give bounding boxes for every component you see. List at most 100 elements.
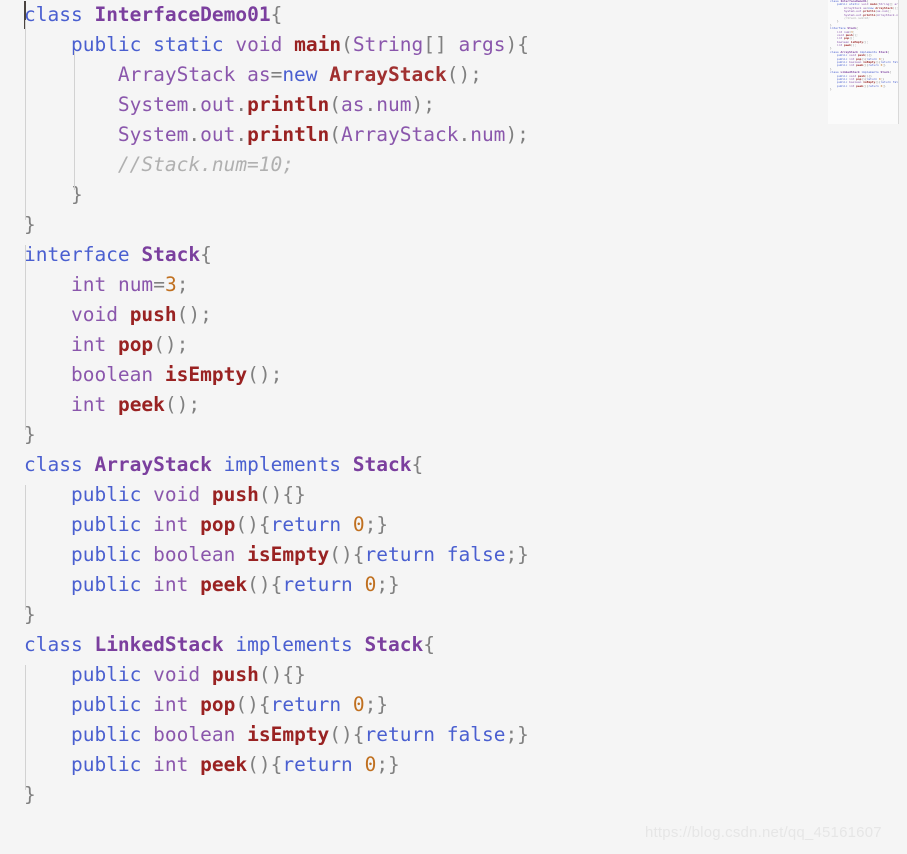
code-line[interactable]: boolean isEmpty(); bbox=[0, 360, 820, 390]
code-text-area[interactable]: class InterfaceDemo01{ public static voi… bbox=[0, 0, 820, 810]
code-token: ( bbox=[329, 93, 342, 116]
code-line[interactable]: public int pop(){return 0;} bbox=[0, 510, 820, 540]
code-line[interactable]: class InterfaceDemo01{ bbox=[0, 0, 820, 30]
code-token: (){ bbox=[329, 543, 365, 566]
code-token: ;} bbox=[505, 723, 529, 746]
code-line[interactable]: public void push(){} bbox=[0, 480, 820, 510]
code-token: LinkedStack bbox=[94, 633, 224, 656]
code-line[interactable]: } bbox=[0, 600, 820, 630]
code-token: args bbox=[458, 33, 506, 56]
code-token: ; bbox=[176, 273, 189, 296]
code-token: int bbox=[70, 393, 107, 416]
code-line[interactable]: public void push(){} bbox=[0, 660, 820, 690]
code-line[interactable]: public boolean isEmpty(){return false;} bbox=[0, 540, 820, 570]
code-token: public bbox=[70, 483, 142, 506]
code-line[interactable]: interface Stack{ bbox=[0, 240, 820, 270]
code-line[interactable]: System.out.println(ArrayStack.num); bbox=[0, 120, 820, 150]
code-token: = bbox=[270, 63, 283, 86]
code-token: ( bbox=[341, 33, 353, 56]
code-line[interactable]: } bbox=[0, 420, 820, 450]
code-line[interactable]: public static void main(String[] args){ bbox=[0, 30, 820, 60]
code-line[interactable]: } bbox=[0, 210, 820, 240]
code-token: int bbox=[70, 333, 107, 356]
code-token: ){ bbox=[505, 33, 529, 56]
code-line[interactable]: int num=3; bbox=[0, 270, 820, 300]
watermark-url: https://blog.csdn.net/qq_45161607 bbox=[645, 824, 882, 841]
code-line[interactable]: public boolean isEmpty(){return false;} bbox=[0, 720, 820, 750]
minimap-line: } bbox=[830, 87, 832, 92]
code-token: main bbox=[294, 33, 342, 56]
code-token: public bbox=[70, 573, 142, 596]
code-line[interactable]: System.out.println(as.num); bbox=[0, 90, 820, 120]
code-line[interactable]: ArrayStack as=new ArrayStack(); bbox=[0, 60, 820, 90]
code-token: (); bbox=[247, 363, 283, 386]
code-token: (); bbox=[153, 333, 189, 356]
code-token: push bbox=[129, 303, 177, 326]
code-token: num bbox=[470, 123, 506, 146]
code-token: void bbox=[235, 33, 283, 56]
code-token: return bbox=[270, 693, 342, 716]
code-token: ); bbox=[411, 93, 435, 116]
code-token: . bbox=[235, 93, 248, 116]
code-line[interactable]: int peek(); bbox=[0, 390, 820, 420]
code-line[interactable]: public int peek(){return 0;} bbox=[0, 750, 820, 780]
code-token: . bbox=[188, 93, 201, 116]
code-line[interactable]: void push(); bbox=[0, 300, 820, 330]
code-token: boolean bbox=[153, 723, 236, 746]
code-line[interactable]: public int peek(){return 0;} bbox=[0, 570, 820, 600]
code-token: { bbox=[200, 243, 212, 266]
code-token: num bbox=[117, 273, 154, 296]
code-line[interactable]: int pop(); bbox=[0, 330, 820, 360]
code-token: return bbox=[282, 753, 353, 776]
code-token: ;} bbox=[376, 573, 400, 596]
code-token: public bbox=[70, 543, 142, 566]
code-token: peek bbox=[117, 393, 165, 416]
code-line[interactable]: //Stack.num=10; bbox=[0, 150, 820, 180]
code-editor[interactable]: class InterfaceDemo01{ public static voi… bbox=[0, 0, 907, 854]
code-line[interactable]: public int pop(){return 0;} bbox=[0, 690, 820, 720]
code-token: . bbox=[364, 93, 377, 116]
code-line[interactable]: } bbox=[0, 180, 820, 210]
code-token: . bbox=[235, 123, 248, 146]
code-token: class bbox=[24, 453, 83, 476]
code-token: (); bbox=[164, 393, 201, 416]
code-line[interactable]: class LinkedStack implements Stack{ bbox=[0, 630, 820, 660]
code-line[interactable]: } bbox=[0, 780, 820, 810]
code-minimap[interactable]: class InterfaceDemo01{ public static voi… bbox=[828, 0, 898, 124]
code-line[interactable]: class ArrayStack implements Stack{ bbox=[0, 450, 820, 480]
code-token: } bbox=[70, 183, 83, 206]
code-token: ArrayStack bbox=[329, 63, 447, 86]
code-token: false bbox=[446, 543, 506, 566]
code-token: pop bbox=[117, 333, 154, 356]
